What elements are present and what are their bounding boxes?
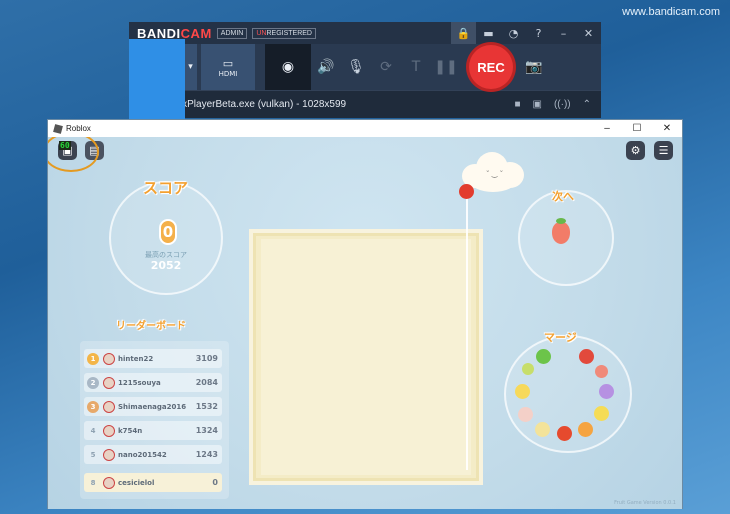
video-icon[interactable]: ■ bbox=[514, 99, 520, 110]
player-score: 2084 bbox=[195, 378, 218, 387]
text-overlay-icon[interactable]: T bbox=[401, 44, 431, 90]
merge-fruit-peach bbox=[595, 365, 608, 378]
clock-icon[interactable]: ◔ bbox=[501, 22, 526, 44]
avatar bbox=[103, 476, 115, 489]
window-minimize-button[interactable]: – bbox=[592, 123, 622, 134]
player-score: 1324 bbox=[195, 426, 218, 435]
pause-icon[interactable]: ❚❚ bbox=[431, 44, 461, 90]
merge-fruit-plum bbox=[599, 384, 614, 399]
player-name: k754n bbox=[118, 426, 143, 435]
leaderboard-self-row: 8 cesicielol 0 bbox=[84, 473, 222, 492]
next-title: 次へ bbox=[552, 190, 574, 203]
merge-fruit-pear bbox=[518, 407, 533, 422]
cursor-effect-icon[interactable]: ⟳ bbox=[371, 44, 401, 90]
leaderboard-row: 3 Shimaenaga2016 1532 bbox=[84, 397, 222, 416]
close-icon[interactable]: ✕ bbox=[576, 22, 601, 44]
help-icon[interactable]: ? bbox=[526, 22, 551, 44]
merge-fruit-banana bbox=[594, 406, 609, 421]
admin-badge: ADMIN bbox=[216, 27, 248, 39]
roblox-titlebar: Roblox – ☐ ✕ bbox=[48, 120, 682, 137]
player-score: 1243 bbox=[195, 450, 218, 459]
rank-badge: 8 bbox=[90, 478, 96, 487]
bandicam-watermark: www.bandicam.com bbox=[622, 6, 720, 18]
merge-fruit-strawberry bbox=[579, 349, 594, 364]
avatar bbox=[103, 448, 115, 461]
leaderboard-row: 4 k754n 1324 bbox=[84, 421, 222, 440]
score-value: 0 bbox=[159, 219, 177, 245]
player-name: hinten22 bbox=[118, 354, 154, 363]
player-name: Shimaenaga2016 bbox=[118, 402, 187, 411]
next-fruit-strawberry bbox=[552, 218, 570, 244]
settings-gear-icon[interactable]: ⚙ bbox=[626, 141, 645, 160]
player-name: 1215souya bbox=[118, 378, 161, 387]
image-icon[interactable]: ▣ bbox=[533, 99, 542, 110]
leaderboard-row: 5 nano201542 1243 bbox=[84, 445, 222, 464]
player-name: nano201542 bbox=[118, 450, 167, 459]
mode-dropdown-button[interactable]: ▾ bbox=[183, 44, 197, 90]
target-window-bar: RobloxPlayerBeta.exe (vulkan) - 1028x599… bbox=[129, 90, 601, 118]
roblox-window: Roblox – ☐ ✕ ▣ 60 ▤ ⚙ ☰ 0 最高のスコア 2052 スコ… bbox=[47, 119, 683, 509]
record-button[interactable]: REC bbox=[469, 45, 513, 89]
score-panel: 0 最高のスコア 2052 bbox=[109, 181, 223, 295]
player-score: 3109 bbox=[195, 354, 218, 363]
leaderboard-panel: 1 hinten22 3109 2 1215souya 2084 3 Shima… bbox=[80, 341, 229, 499]
microphone-icon[interactable]: 🎙 bbox=[341, 44, 371, 90]
folder-icon[interactable]: ▬ bbox=[476, 22, 501, 44]
rank-badge: 4 bbox=[90, 426, 96, 435]
minimize-icon[interactable]: – bbox=[551, 22, 576, 44]
bandicam-titlebar: BANDICAM ADMIN UNREGISTERED 🔒 ▬ ◔ ? – ✕ bbox=[129, 22, 601, 44]
merge-fruit-cherry bbox=[536, 349, 551, 364]
rank-badge: 2 bbox=[87, 376, 99, 389]
highlight-circle bbox=[48, 137, 99, 172]
hdmi-device-button[interactable]: ▭ HDMI bbox=[201, 44, 255, 90]
game-viewport: ▣ 60 ▤ ⚙ ☰ 0 最高のスコア 2052 スコア リーダーボード 1 h… bbox=[48, 137, 682, 509]
bandicam-window: BANDICAM ADMIN UNREGISTERED 🔒 ▬ ◔ ? – ✕ … bbox=[129, 22, 601, 411]
merge-fruit-apple bbox=[535, 422, 550, 437]
avatar bbox=[103, 352, 115, 365]
speaker-icon[interactable]: 🔊 bbox=[311, 44, 341, 90]
collapse-icon[interactable]: ⌃ bbox=[583, 99, 591, 110]
window-close-button[interactable]: ✕ bbox=[652, 123, 682, 134]
player-score: 1532 bbox=[195, 402, 218, 411]
drop-guide-line bbox=[466, 192, 468, 470]
avatar bbox=[103, 424, 115, 437]
hamburger-menu-icon[interactable]: ☰ bbox=[654, 141, 673, 160]
window-maximize-button[interactable]: ☐ bbox=[622, 123, 652, 134]
best-score-value: 2052 bbox=[150, 259, 182, 272]
roblox-logo-icon bbox=[53, 123, 63, 134]
screenshot-camera-icon[interactable]: 📷 bbox=[519, 44, 549, 90]
merge-fruit-tomato bbox=[557, 426, 572, 441]
merge-fruit-grape bbox=[522, 363, 534, 375]
held-fruit-tomato bbox=[459, 184, 474, 199]
avatar bbox=[103, 400, 115, 413]
merge-fruit-lemon bbox=[515, 384, 530, 399]
version-label: Fruit Game Version 0.0.1 bbox=[614, 500, 676, 506]
bandicam-toolbar: ⬚ ▾ ▭HDMI 🎮 ◉ 🔊 🎙 ⟳ T ❚❚ REC 📷 bbox=[129, 39, 601, 411]
roblox-window-title: Roblox bbox=[66, 124, 91, 133]
player-score: 0 bbox=[212, 478, 218, 487]
stream-icon[interactable]: ((·)) bbox=[554, 99, 571, 110]
webcam-button[interactable]: ◉ bbox=[265, 44, 311, 90]
leaderboard-row: 2 1215souya 2084 bbox=[84, 373, 222, 392]
avatar bbox=[103, 376, 115, 389]
player-name: cesicielol bbox=[118, 478, 155, 487]
rank-badge: 1 bbox=[87, 352, 99, 365]
leaderboard-title: リーダーボード bbox=[116, 321, 186, 332]
rank-badge: 3 bbox=[87, 400, 99, 413]
unregistered-badge: UNREGISTERED bbox=[252, 27, 316, 39]
leaderboard-row: 1 hinten22 3109 bbox=[84, 349, 222, 368]
lock-icon[interactable]: 🔒 bbox=[451, 22, 476, 44]
fruit-container-box bbox=[249, 229, 483, 485]
merge-fruit-orange bbox=[578, 422, 593, 437]
score-title: スコア bbox=[143, 179, 189, 197]
rank-badge: 5 bbox=[90, 450, 96, 459]
merge-title: マージ bbox=[544, 331, 577, 344]
